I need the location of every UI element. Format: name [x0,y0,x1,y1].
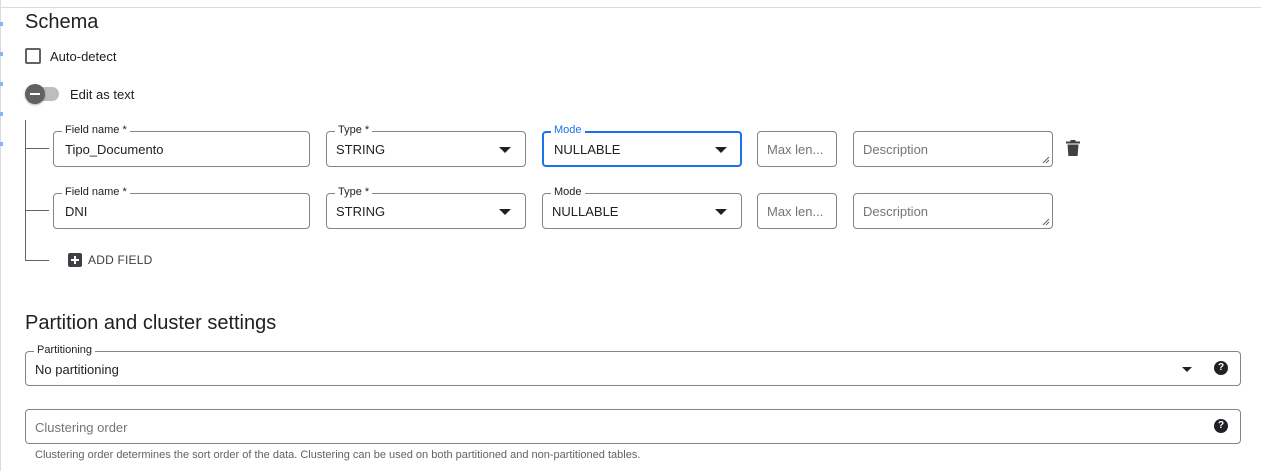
description-placeholder: Description [863,142,929,157]
auto-detect-row[interactable]: Auto-detect [25,48,117,64]
max-length-input[interactable]: Max len... [757,193,837,229]
top-divider [0,7,1261,8]
add-box-icon [68,253,82,267]
type-label: Type * [335,123,373,137]
field-tree-branch [25,148,49,149]
clustering-order-input[interactable]: Clustering order [25,409,1241,444]
field-name-value: Tipo_Documento [65,142,164,157]
mode-value: NULLABLE [554,142,621,157]
field-name-input[interactable]: Field name * DNI [53,185,310,229]
field-tree-branch [25,260,49,261]
field-tree-branch [25,210,49,211]
clustering-placeholder: Clustering order [35,420,128,435]
field-tree-line [25,120,26,261]
max-length-input[interactable]: Max len... [757,131,837,167]
max-length-placeholder: Max len... [767,142,824,157]
description-placeholder: Description [863,204,929,219]
schema-title: Schema [25,11,99,33]
mode-value: NULLABLE [552,204,619,219]
resize-handle-icon[interactable] [1042,218,1050,226]
clustering-hint: Clustering order determines the sort ord… [35,449,641,461]
mode-select[interactable]: Mode NULLABLE [542,185,742,229]
chevron-down-icon[interactable] [715,209,727,215]
type-value: STRING [336,204,386,219]
chevron-down-icon[interactable] [1182,367,1192,372]
partitioning-select[interactable]: Partitioning No partitioning [25,343,1241,386]
left-edge-marks [0,22,3,147]
max-length-placeholder: Max len... [767,204,824,219]
chevron-down-icon[interactable] [715,147,727,153]
field-name-label: Field name * [62,185,130,199]
mode-label: Mode [551,123,585,137]
resize-handle-icon[interactable] [1042,156,1050,164]
field-name-label: Field name * [62,123,130,137]
help-icon[interactable]: ? [1214,361,1228,375]
type-select[interactable]: Type * STRING [326,185,526,229]
type-value: STRING [336,142,386,157]
field-name-value: DNI [65,204,88,219]
description-input[interactable]: Description [853,193,1053,229]
help-icon[interactable]: ? [1214,419,1228,433]
edit-as-text-toggle[interactable] [25,84,61,104]
type-label: Type * [335,185,373,199]
chevron-down-icon[interactable] [499,209,511,215]
partitioning-label: Partitioning [34,343,96,357]
mode-select[interactable]: Mode NULLABLE [542,123,742,167]
add-field-label: ADD FIELD [88,253,153,267]
description-input[interactable]: Description [853,131,1053,167]
chevron-down-icon[interactable] [499,147,511,153]
toggle-knob [25,84,45,104]
edit-as-text-label: Edit as text [70,86,135,102]
add-field-button[interactable]: ADD FIELD [68,253,152,267]
type-select[interactable]: Type * STRING [326,123,526,167]
partitioning-value: No partitioning [35,362,119,377]
auto-detect-label: Auto-detect [50,48,117,64]
auto-detect-checkbox[interactable] [25,48,41,64]
partition-title: Partition and cluster settings [25,312,277,334]
edit-as-text-row[interactable]: Edit as text [25,84,134,104]
trash-icon[interactable] [1066,140,1080,156]
field-name-input[interactable]: Field name * Tipo_Documento [53,123,310,167]
mode-label: Mode [551,185,585,199]
